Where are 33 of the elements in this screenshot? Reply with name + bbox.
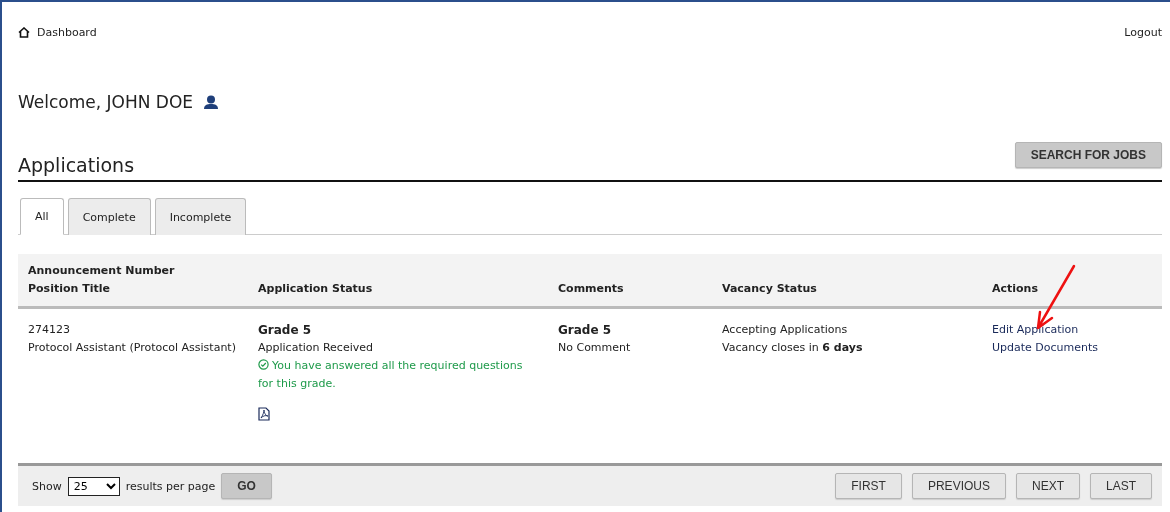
column-header: Actions bbox=[992, 281, 1039, 297]
pager-button[interactable]: FIRST bbox=[835, 473, 902, 499]
questions-note: You have answered all the required questions for this grade. bbox=[258, 358, 524, 392]
per-page-dropdown[interactable]: 25 bbox=[67, 476, 120, 496]
column-header: Comments bbox=[558, 281, 625, 297]
application-status: Application Received bbox=[258, 340, 374, 356]
comment-text: No Comment bbox=[558, 340, 632, 356]
announcement-number: 274123 bbox=[28, 322, 71, 338]
column-header: Application Status bbox=[258, 281, 374, 297]
comment-grade: Grade 5 bbox=[558, 322, 613, 339]
results-per-page-label: results per page bbox=[125, 479, 216, 493]
logout-link[interactable]: Logout bbox=[1124, 25, 1162, 39]
vacancy-status: Accepting Applications bbox=[722, 322, 849, 338]
action-link[interactable]: Edit Application bbox=[992, 321, 1079, 339]
position-title: Protocol Assistant (Protocol Assistant) bbox=[28, 340, 237, 356]
column-header: Announcement Number bbox=[28, 263, 176, 279]
go-button[interactable]: GO bbox=[221, 473, 272, 499]
vacancy-closes: Vacancy closes in 6 days bbox=[722, 340, 864, 356]
show-label: Show bbox=[32, 479, 62, 493]
pager-button[interactable]: NEXT bbox=[1015, 473, 1080, 499]
pager-button[interactable]: LAST bbox=[1090, 473, 1152, 499]
search-jobs-button[interactable]: SEARCH FOR JOBS bbox=[1014, 142, 1162, 168]
action-link[interactable]: Update Documents bbox=[992, 339, 1099, 357]
tab[interactable]: Incomplete bbox=[154, 198, 247, 235]
dashboard-link[interactable]: Dashboard bbox=[18, 25, 97, 39]
column-header: Position Title bbox=[28, 281, 111, 297]
tab[interactable]: Complete bbox=[67, 198, 151, 235]
pager-button[interactable]: PREVIOUS bbox=[911, 473, 1006, 499]
welcome-text: Welcome, JOHN DOE bbox=[18, 92, 194, 112]
grade-text: Grade 5 bbox=[258, 322, 313, 339]
section-title: Applications bbox=[18, 154, 135, 176]
tab[interactable]: All bbox=[20, 198, 64, 235]
column-header: Vacancy Status bbox=[722, 281, 818, 297]
